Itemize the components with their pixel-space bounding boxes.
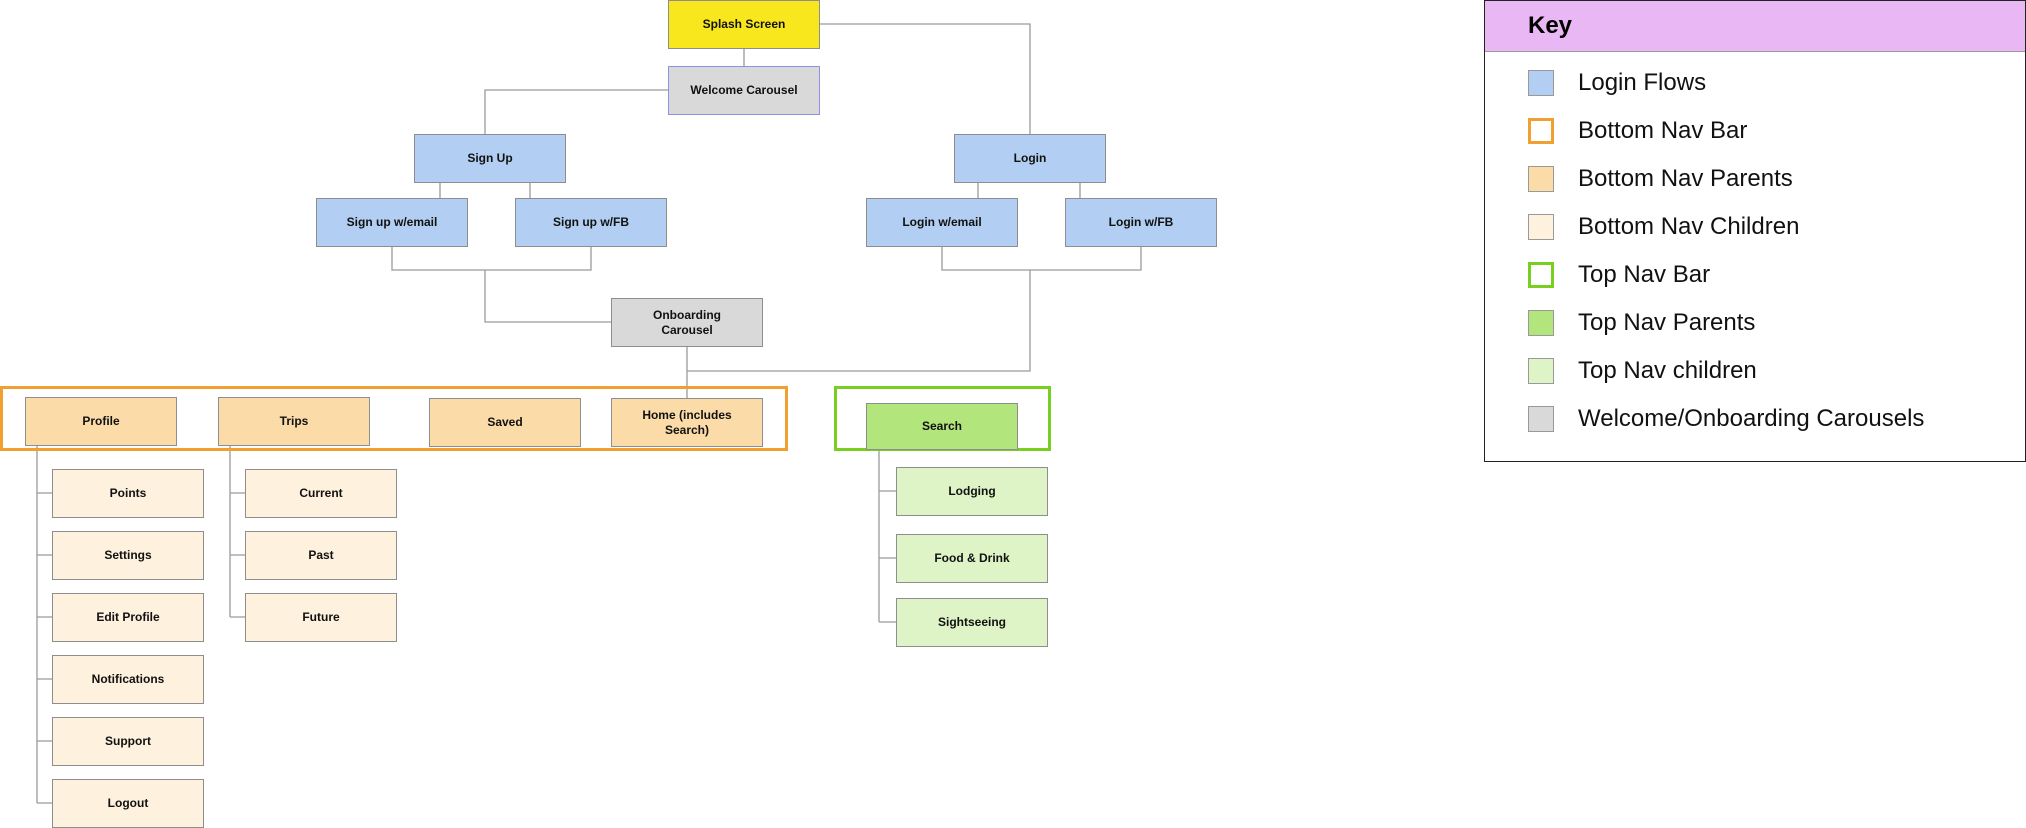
legend-item: Login Flows <box>1528 69 1706 97</box>
node-current: Current <box>245 469 397 518</box>
legend-item: Top Nav Bar <box>1528 261 1710 289</box>
node-settings: Settings <box>52 531 204 580</box>
legend-label: Login Flows <box>1578 69 1707 96</box>
node-notifications: Notifications <box>52 655 204 704</box>
node-sign-up-email: Sign up w/email <box>316 198 468 247</box>
node-sightseeing: Sightseeing <box>896 598 1048 647</box>
node-food-drink: Food & Drink <box>896 534 1048 583</box>
legend-label: Top Nav Bar <box>1578 261 1711 288</box>
legend-swatch <box>1528 70 1554 96</box>
node-search: Search <box>866 403 1018 450</box>
legend-swatch <box>1528 358 1554 384</box>
legend-title: Key <box>1485 1 2025 52</box>
node-trips: Trips <box>218 397 370 446</box>
legend-swatch <box>1528 406 1554 432</box>
node-login-email: Login w/email <box>866 198 1018 247</box>
legend-swatch <box>1528 118 1554 144</box>
legend-label: Welcome/Onboarding Carousels <box>1578 405 1925 432</box>
legend-item: Bottom Nav Children <box>1528 213 1799 241</box>
node-points: Points <box>52 469 204 518</box>
node-sign-up: Sign Up <box>414 134 566 183</box>
node-sign-up-fb: Sign up w/FB <box>515 198 667 247</box>
node-login: Login <box>954 134 1106 183</box>
legend-item: Bottom Nav Bar <box>1528 117 1747 145</box>
node-saved: Saved <box>429 398 581 447</box>
legend-label: Bottom Nav Bar <box>1578 117 1748 144</box>
node-lodging: Lodging <box>896 467 1048 516</box>
node-splash-screen: Splash Screen <box>668 0 820 49</box>
legend-item: Top Nav children <box>1528 357 1757 385</box>
legend: Key Login Flows Bottom Nav Bar Bottom Na… <box>1484 0 2026 462</box>
legend-label: Bottom Nav Parents <box>1578 165 1793 192</box>
legend-label: Top Nav children <box>1578 357 1757 384</box>
legend-label: Bottom Nav Children <box>1578 213 1800 240</box>
legend-swatch <box>1528 166 1554 192</box>
node-onboarding-carousel: Onboarding Carousel <box>611 298 763 347</box>
legend-item: Top Nav Parents <box>1528 309 1755 337</box>
node-logout: Logout <box>52 779 204 828</box>
node-past: Past <box>245 531 397 580</box>
node-login-fb: Login w/FB <box>1065 198 1217 247</box>
node-home: Home (includes Search) <box>611 398 763 447</box>
legend-swatch <box>1528 262 1554 288</box>
legend-item: Welcome/Onboarding Carousels <box>1528 405 1924 433</box>
legend-item: Bottom Nav Parents <box>1528 165 1793 193</box>
node-edit-profile: Edit Profile <box>52 593 204 642</box>
node-future: Future <box>245 593 397 642</box>
legend-swatch <box>1528 310 1554 336</box>
legend-label: Top Nav Parents <box>1578 309 1756 336</box>
legend-swatch <box>1528 214 1554 240</box>
node-welcome-carousel: Welcome Carousel <box>668 66 820 115</box>
node-support: Support <box>52 717 204 766</box>
node-profile: Profile <box>25 397 177 446</box>
